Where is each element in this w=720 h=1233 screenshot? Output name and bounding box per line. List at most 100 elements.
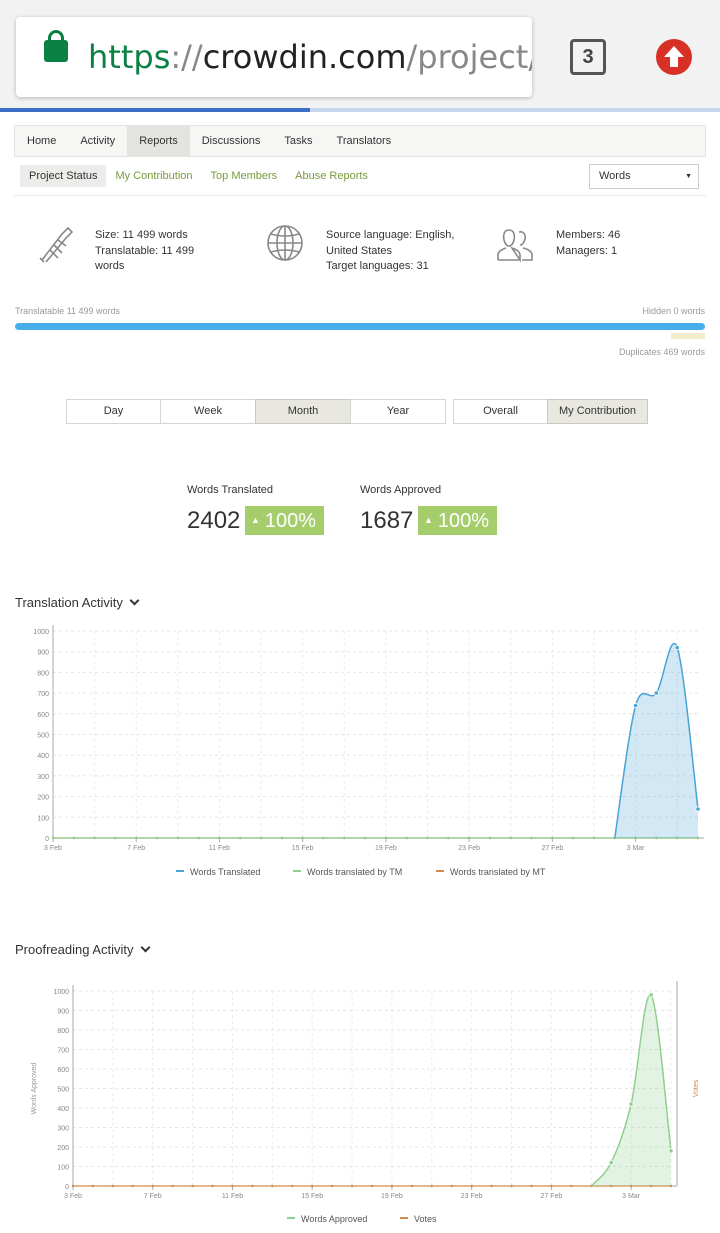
data-point [171,1184,174,1188]
data-point [239,836,242,840]
nav-item-activity[interactable]: Activity [68,126,127,156]
legend-votes[interactable]: Votes [400,1214,437,1224]
data-point [384,836,388,840]
translation-activity-dropdown[interactable]: Translation Activity [15,595,140,610]
x-tick-label: 3 Mar [622,1193,641,1200]
nav-item-translators[interactable]: Translators [325,126,404,156]
data-point [470,1184,473,1188]
y-tick-label: 700 [37,691,49,698]
data-point [271,1184,274,1188]
tab-switcher-button[interactable]: 3 [570,39,606,75]
y-tick-label: 300 [37,774,49,781]
x-tick-label: 11 Feb [222,1193,243,1200]
lock-icon [44,30,68,62]
data-point [211,1184,214,1188]
subnav-item-top-members[interactable]: Top Members [202,165,287,187]
browser-toolbar: https://crowdin.com/project/li 3 [0,0,720,112]
address-bar[interactable]: https://crowdin.com/project/li [16,17,532,97]
data-point [648,992,654,998]
data-point [71,1184,75,1188]
data-point [231,1184,234,1188]
x-tick-label: 19 Feb [381,1193,403,1200]
data-point [628,1101,634,1107]
proofreading-activity-chart: 0 100 200 300 400 500 600 700 800 900 1000 3 Feb 7 F… [31,981,700,1200]
arrow-up-icon: ▲ [251,515,260,525]
data-point [674,644,680,651]
data-point [111,1184,115,1188]
divider [14,195,706,196]
update-button[interactable] [656,39,692,75]
periods-button-day[interactable]: Day [66,399,161,424]
data-point [218,836,221,840]
period-toggle: Day Week Month Year [66,399,446,424]
data-point [280,836,284,840]
x-tick-label: 3 Mar [627,845,646,852]
scope-button-my-contribution[interactable]: My Contribution [547,399,648,424]
legend-words-translated-mt[interactable]: Words translated by MT [436,867,545,877]
data-point [510,1184,513,1188]
periods-button-week[interactable]: Week [160,399,256,424]
x-tick-label: 23 Feb [458,845,480,852]
y-tick-label: 1000 [33,629,49,636]
caret-down-icon: ▼ [685,173,692,180]
y-tick-label: 800 [57,1028,69,1035]
data-point [405,836,408,840]
data-point [695,806,701,812]
data-point [93,836,96,840]
data-point [467,836,471,840]
duplicates-bar [671,333,705,339]
y-tick-label: 1000 [53,989,69,996]
data-point [608,1160,614,1166]
data-point [390,1184,394,1188]
data-point [343,836,346,840]
data-point [151,1184,154,1188]
legend-words-translated-tm[interactable]: Words translated by TM [293,867,402,877]
subnav-item-abuse-reports[interactable]: Abuse Reports [286,165,377,187]
y-tick-label: 700 [57,1048,69,1055]
data-point [176,836,180,840]
data-point [509,836,512,840]
y-tick-label: 300 [57,1126,69,1133]
data-point [114,836,117,840]
globe-icon [267,225,303,261]
data-point [322,836,325,840]
data-point [410,1184,414,1188]
project-nav: Home Activity Reports Discussions Tasks Trans… [14,125,706,157]
legend-words-translated[interactable]: Words Translated [176,867,260,877]
proofreading-activity-dropdown[interactable]: Proofreading Activity [15,942,150,957]
calipers-icon [39,226,74,263]
nav-item-tasks[interactable]: Tasks [272,126,324,156]
data-point [72,836,76,840]
y-tick-label: 500 [37,733,49,740]
x-tick-label: 7 Feb [144,1193,162,1200]
data-point [311,1184,314,1188]
nav-item-home[interactable]: Home [15,126,68,156]
legend-words-approved[interactable]: Words Approved [287,1214,367,1224]
periods-button-month[interactable]: Month [255,399,351,424]
scope-button-overall[interactable]: Overall [453,399,548,424]
data-point [571,836,575,840]
size-stat: Size: 11 499 words Translatable: 11 499 wo… [95,229,195,272]
hidden-label: Hidden 0 words [642,306,705,316]
data-point [51,836,55,840]
data-point [530,836,533,840]
subnav-item-my-contribution[interactable]: My Contribution [106,165,201,187]
x-tick-label: 15 Feb [301,1193,323,1200]
x-tick-label: 3 Feb [64,1193,82,1200]
data-point [551,836,554,840]
unit-select[interactable]: Words ▼ [589,164,699,189]
data-point [450,1184,453,1188]
data-point [155,836,159,840]
y-tick-label: 600 [57,1067,69,1074]
nav-item-reports[interactable]: Reports [127,126,190,156]
y-tick-label: 500 [57,1087,69,1094]
data-point [131,1184,134,1188]
words-translated-label: Words Translated [187,484,274,496]
url-text: https://crowdin.com/project/li [88,38,532,76]
nav-item-discussions[interactable]: Discussions [190,126,273,156]
unit-select-value: Words [599,170,631,182]
arrow-up-icon [664,46,684,67]
subnav-item-project-status[interactable]: Project Status [20,165,107,187]
data-point [426,836,429,840]
periods-button-year[interactable]: Year [350,399,446,424]
